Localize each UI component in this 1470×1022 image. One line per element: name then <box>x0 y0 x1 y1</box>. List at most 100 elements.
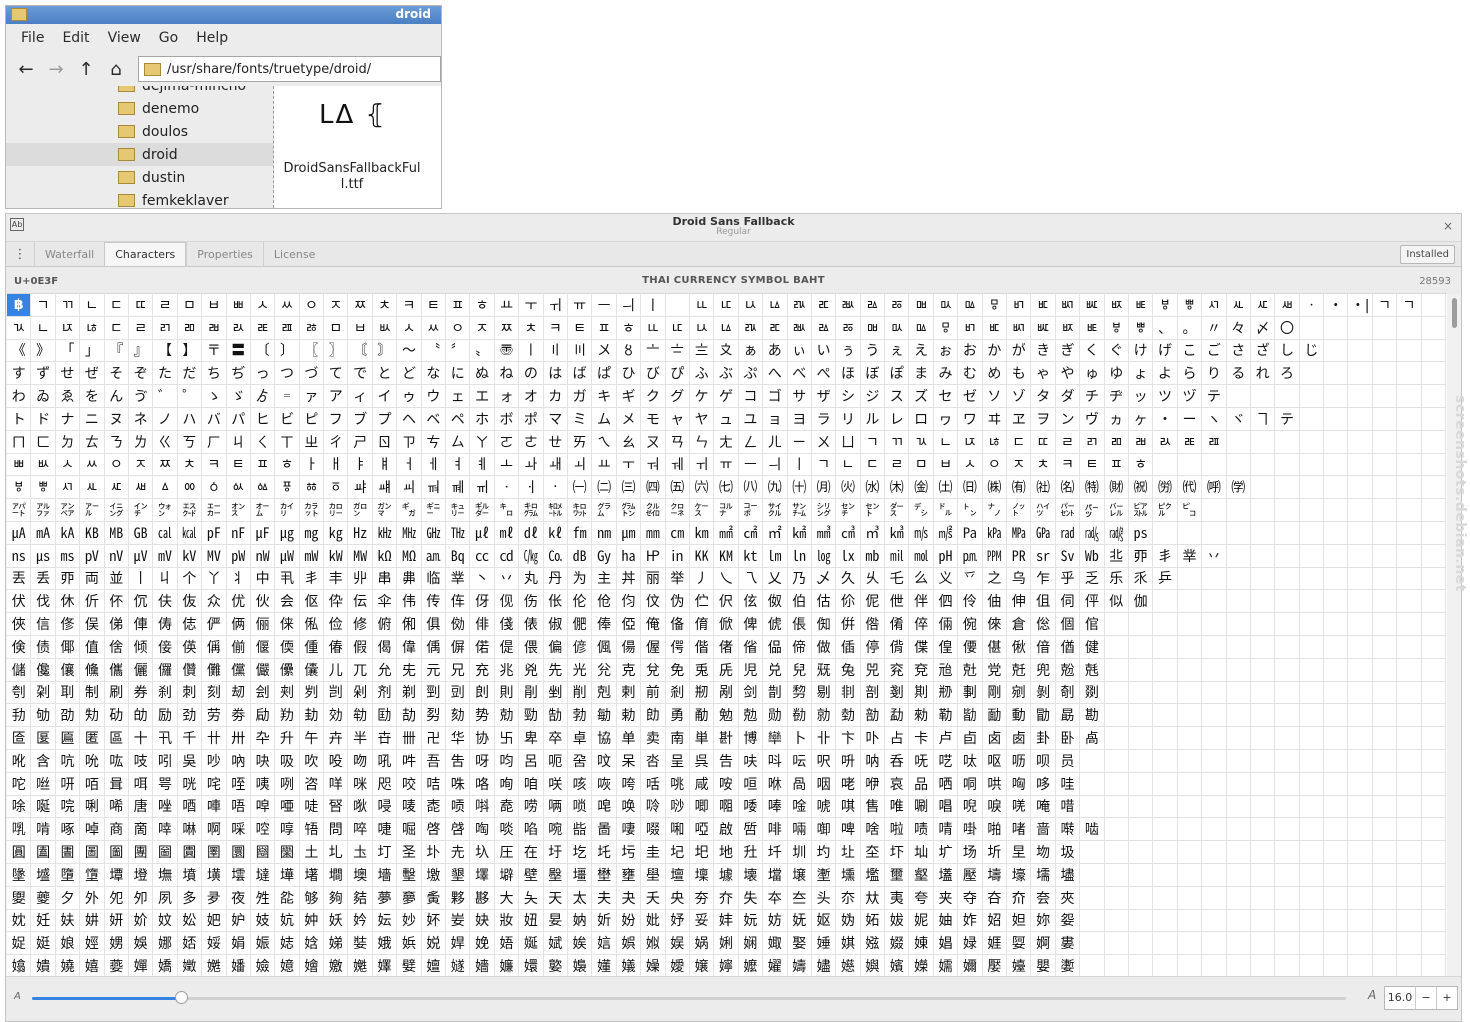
glyph-cell[interactable]: ㄱ <box>812 454 836 477</box>
glyph-cell[interactable]: 啃 <box>31 818 55 841</box>
glyph-cell[interactable]: 勒 <box>934 704 958 727</box>
glyph-cell[interactable]: ㅍ <box>592 317 616 340</box>
glyph-cell[interactable]: ㄇ <box>7 431 31 454</box>
glyph-cell[interactable]: 〥 <box>617 340 641 363</box>
glyph-cell[interactable]: 勔 <box>983 704 1007 727</box>
glyph-cell[interactable]: 夻 <box>983 887 1007 910</box>
glyph-cell[interactable]: 剒 <box>763 682 787 705</box>
glyph-cell[interactable]: ㈤ <box>666 476 690 499</box>
glyph-cell[interactable]: 咝 <box>31 773 55 796</box>
glyph-cell[interactable]: フ <box>324 408 348 431</box>
glyph-cell[interactable] <box>1105 773 1129 796</box>
glyph-cell[interactable]: 商 <box>105 818 129 841</box>
glyph-cell[interactable]: ㅖ <box>470 454 494 477</box>
glyph-cell[interactable]: 唛 <box>397 796 421 819</box>
glyph-cell[interactable]: ㅈ <box>470 317 494 340</box>
glyph-cell[interactable]: ㈳ <box>1031 476 1055 499</box>
glyph-cell[interactable]: 偂 <box>227 636 251 659</box>
glyph-cell[interactable]: 啞 <box>690 818 714 841</box>
glyph-cell[interactable]: 咳 <box>568 773 592 796</box>
glyph-cell[interactable]: 伲 <box>861 590 885 613</box>
glyph-cell[interactable]: 兛 <box>1007 659 1031 682</box>
glyph-cell[interactable]: 儿 <box>324 659 348 682</box>
glyph-cell[interactable]: 伡 <box>446 590 470 613</box>
glyph-cell[interactable]: ㌛ <box>666 499 690 522</box>
glyph-cell[interactable] <box>1397 704 1421 727</box>
glyph-cell[interactable] <box>1373 910 1397 933</box>
glyph-cell[interactable] <box>1275 932 1299 955</box>
glyph-cell[interactable]: ㌬ <box>1080 499 1104 522</box>
glyph-cell[interactable]: 勘 <box>1080 704 1104 727</box>
glyph-cell[interactable]: 串 <box>373 568 397 591</box>
glyph-cell[interactable]: 兖 <box>885 659 909 682</box>
glyph-cell[interactable]: ㅂ <box>202 294 226 317</box>
glyph-cell[interactable]: ㌧ <box>958 499 982 522</box>
glyph-cell[interactable]: ジ <box>861 385 885 408</box>
glyph-cell[interactable]: ズ <box>909 385 933 408</box>
glyph-cell[interactable]: 圜 <box>227 841 251 864</box>
glyph-cell[interactable]: 俿 <box>763 613 787 636</box>
glyph-cell[interactable]: ㅄ <box>373 317 397 340</box>
glyph-cell[interactable]: ゑ <box>56 385 80 408</box>
glyph-cell[interactable] <box>1105 704 1129 727</box>
glyph-cell[interactable]: ゴ <box>763 385 787 408</box>
glyph-cell[interactable]: 偃 <box>251 636 275 659</box>
glyph-cell[interactable] <box>1300 408 1324 431</box>
glyph-cell[interactable]: ㅃ <box>7 454 31 477</box>
glyph-cell[interactable]: 丬 <box>227 568 251 591</box>
glyph-cell[interactable]: 俺 <box>641 613 665 636</box>
glyph-cell[interactable]: ㎭ <box>1056 522 1080 545</box>
glyph-cell[interactable]: 嬥 <box>763 955 787 978</box>
glyph-cell[interactable] <box>1422 454 1446 477</box>
glyph-cell[interactable]: 乎 <box>1056 568 1080 591</box>
glyph-cell[interactable] <box>1422 613 1446 636</box>
glyph-cell[interactable]: ㌈ <box>202 499 226 522</box>
glyph-cell[interactable] <box>1202 568 1226 591</box>
glyph-cell[interactable]: ㎍ <box>275 522 299 545</box>
glyph-cell[interactable] <box>1105 659 1129 682</box>
glyph-cell[interactable] <box>1178 796 1202 819</box>
glyph-cell[interactable] <box>1227 431 1251 454</box>
glyph-cell[interactable]: ㄳ <box>7 317 31 340</box>
glyph-cell[interactable]: 嬯 <box>1007 955 1031 978</box>
glyph-cell[interactable]: 售 <box>861 796 885 819</box>
glyph-cell[interactable]: 勂 <box>544 704 568 727</box>
glyph-cell[interactable]: ほ <box>836 362 860 385</box>
glyph-cell[interactable]: ㅴ <box>1056 294 1080 317</box>
glyph-cell[interactable]: ㄔ <box>324 431 348 454</box>
glyph-cell[interactable]: 夫 <box>592 887 616 910</box>
glyph-cell[interactable] <box>1373 727 1397 750</box>
glyph-cell[interactable] <box>1275 773 1299 796</box>
glyph-cell[interactable]: 娘 <box>56 932 80 955</box>
glyph-cell[interactable]: ヤ <box>690 408 714 431</box>
glyph-cell[interactable] <box>1397 750 1421 773</box>
glyph-cell[interactable]: 妡 <box>592 910 616 933</box>
glyph-cell[interactable]: 倅 <box>909 613 933 636</box>
glyph-cell[interactable]: ㌨ <box>983 499 1007 522</box>
glyph-cell[interactable]: 伖 <box>178 590 202 613</box>
glyph-cell[interactable]: ク <box>641 385 665 408</box>
glyph-cell[interactable]: 墲 <box>153 864 177 887</box>
glyph-cell[interactable]: 墺 <box>348 864 372 887</box>
glyph-cell[interactable] <box>1105 636 1129 659</box>
glyph-cell[interactable]: 嬮 <box>983 955 1007 978</box>
glyph-cell[interactable]: ㏙ <box>983 545 1007 568</box>
glyph-cell[interactable]: ㎴ <box>80 545 104 568</box>
glyph-cell[interactable]: ㅆ <box>275 294 299 317</box>
glyph-cell[interactable]: ㌄ <box>105 499 129 522</box>
glyph-cell[interactable]: 嬤 <box>739 955 763 978</box>
glyph-cell[interactable] <box>1178 727 1202 750</box>
forward-arrow-icon[interactable]: → <box>44 57 68 81</box>
glyph-cell[interactable]: ㄥ <box>739 431 763 454</box>
glyph-cell[interactable] <box>1397 727 1421 750</box>
glyph-cell[interactable]: 剝 <box>1031 682 1055 705</box>
glyph-cell[interactable]: ㅭ <box>885 294 909 317</box>
glyph-cell[interactable] <box>1202 773 1226 796</box>
glyph-cell[interactable]: 乌 <box>1007 568 1031 591</box>
glyph-cell[interactable]: ㎩ <box>958 522 982 545</box>
glyph-cell[interactable] <box>1202 910 1226 933</box>
glyph-cell[interactable]: ぽ <box>885 362 909 385</box>
glyph-cell[interactable]: 吿 <box>446 750 470 773</box>
glyph-cell[interactable]: ㌟ <box>763 499 787 522</box>
glyph-cell[interactable] <box>1153 932 1177 955</box>
